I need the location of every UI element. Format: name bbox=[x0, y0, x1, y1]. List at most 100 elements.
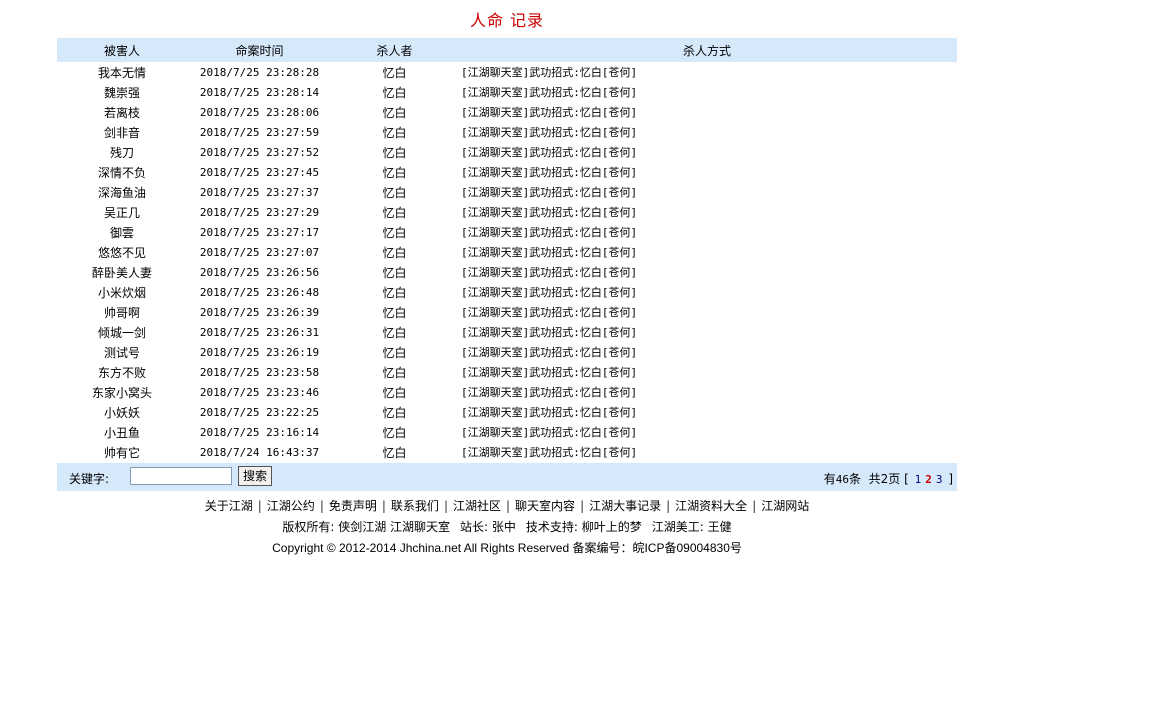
cell-victim: 吴正几 bbox=[103, 205, 140, 220]
footer-link[interactable]: 江湖资料大全 bbox=[672, 499, 750, 513]
cell-method: [江湖聊天室]武功招式:忆白[苍何] bbox=[461, 186, 638, 199]
page-link-3[interactable]: 3 bbox=[934, 473, 945, 486]
cell-method: [江湖聊天室]武功招式:忆白[苍何] bbox=[461, 66, 638, 79]
cell-method: [江湖聊天室]武功招式:忆白[苍何] bbox=[461, 366, 638, 379]
cell-time: 2018/7/24 16:43:37 bbox=[199, 445, 320, 459]
footer-separator: | bbox=[666, 499, 671, 513]
footer-link[interactable]: 聊天室内容 bbox=[512, 499, 578, 513]
cell-killer: 忆白 bbox=[382, 365, 407, 380]
table-row: 我本无情 2018/7/25 23:28:28 忆白 [江湖聊天室]武功招式:忆白[苍… bbox=[57, 62, 957, 82]
table-row: 倾城一剑 2018/7/25 23:26:31 忆白 [江湖聊天室]武功招式:忆白[苍… bbox=[57, 322, 957, 342]
footer-link[interactable]: 江湖社区 bbox=[450, 499, 504, 513]
cell-victim: 东家小窝头 bbox=[91, 385, 152, 400]
cell-time: 2018/7/25 23:28:28 bbox=[199, 65, 320, 79]
cell-victim: 醉卧美人妻 bbox=[91, 265, 152, 280]
cell-victim: 东方不败 bbox=[97, 365, 146, 380]
table-row: 若离枝 2018/7/25 23:28:06 忆白 [江湖聊天室]武功招式:忆白[苍何… bbox=[57, 102, 957, 122]
pagination: 有46条 共2页 [ 123 ] bbox=[824, 470, 953, 487]
cell-time: 2018/7/25 23:28:14 bbox=[199, 85, 320, 99]
table-row: 测试号 2018/7/25 23:26:19 忆白 [江湖聊天室]武功招式:忆白[苍何… bbox=[57, 342, 957, 362]
page-link-2[interactable]: 2 bbox=[923, 473, 934, 486]
cell-killer: 忆白 bbox=[382, 245, 407, 260]
footer-link[interactable]: 关于江湖 bbox=[202, 499, 256, 513]
cell-victim: 若离枝 bbox=[103, 105, 140, 120]
cell-victim: 测试号 bbox=[103, 345, 140, 360]
table-row: 东家小窝头 2018/7/25 23:23:46 忆白 [江湖聊天室]武功招式:忆白[… bbox=[57, 382, 957, 402]
cell-time: 2018/7/25 23:27:59 bbox=[199, 125, 320, 139]
cell-killer: 忆白 bbox=[382, 105, 407, 120]
page-title: 人命 记录 bbox=[469, 11, 545, 30]
cell-killer: 忆白 bbox=[382, 165, 407, 180]
pager-close-bracket: ] bbox=[948, 472, 953, 486]
cell-time: 2018/7/25 23:28:06 bbox=[199, 105, 320, 119]
cell-time: 2018/7/25 23:26:19 bbox=[199, 345, 320, 359]
cell-time: 2018/7/25 23:23:58 bbox=[199, 365, 320, 379]
search-button[interactable]: 搜索 bbox=[238, 466, 273, 486]
footer-credit: 技术支持: 柳叶上的梦 bbox=[525, 520, 642, 534]
pager-total: 46 bbox=[835, 473, 849, 486]
cell-method: [江湖聊天室]武功招式:忆白[苍何] bbox=[461, 146, 638, 159]
cell-killer: 忆白 bbox=[382, 325, 407, 340]
table-row: 小妖妖 2018/7/25 23:22:25 忆白 [江湖聊天室]武功招式:忆白[苍何… bbox=[57, 402, 957, 422]
table-row: 深情不负 2018/7/25 23:27:45 忆白 [江湖聊天室]武功招式:忆白[苍… bbox=[57, 162, 957, 182]
page-container: 人命 记录 被害人 命案时间 杀人者 杀人方式 我本无情 2018/7/25 23… bbox=[57, 0, 957, 558]
cell-time: 2018/7/25 23:27:45 bbox=[199, 165, 320, 179]
pager-pages-label: 共2页 bbox=[868, 472, 901, 486]
cell-victim: 魏崇强 bbox=[103, 85, 140, 100]
footer-link[interactable]: 联系我们 bbox=[388, 499, 442, 513]
cell-killer: 忆白 bbox=[382, 85, 407, 100]
footer-link[interactable]: 江湖网站 bbox=[758, 499, 812, 513]
cell-victim: 深情不负 bbox=[97, 165, 146, 180]
cell-method: [江湖聊天室]武功招式:忆白[苍何] bbox=[461, 206, 638, 219]
cell-time: 2018/7/25 23:22:25 bbox=[199, 405, 320, 419]
cell-victim: 小丑鱼 bbox=[103, 425, 140, 440]
cell-method: [江湖聊天室]武功招式:忆白[苍何] bbox=[461, 286, 638, 299]
cell-killer: 忆白 bbox=[382, 345, 407, 360]
cell-killer: 忆白 bbox=[382, 145, 407, 160]
table-row: 残刀 2018/7/25 23:27:52 忆白 [江湖聊天室]武功招式:忆白[苍何] bbox=[57, 142, 957, 162]
cell-time: 2018/7/25 23:27:07 bbox=[199, 245, 320, 259]
pager-prefix: 有 bbox=[823, 472, 836, 486]
cell-time: 2018/7/25 23:27:37 bbox=[199, 185, 320, 199]
footer-link[interactable]: 江湖大事记录 bbox=[586, 499, 664, 513]
column-header-time: 命案时间 bbox=[187, 38, 332, 62]
cell-killer: 忆白 bbox=[382, 185, 407, 200]
cell-method: [江湖聊天室]武功招式:忆白[苍何] bbox=[461, 126, 638, 139]
cell-victim: 御雲 bbox=[109, 225, 134, 240]
table-row: 剑非音 2018/7/25 23:27:59 忆白 [江湖聊天室]武功招式:忆白[苍何… bbox=[57, 122, 957, 142]
footer-separator: | bbox=[381, 499, 386, 513]
cell-method: [江湖聊天室]武功招式:忆白[苍何] bbox=[461, 426, 638, 439]
cell-method: [江湖聊天室]武功招式:忆白[苍何] bbox=[461, 266, 638, 279]
footer-separator: | bbox=[443, 499, 448, 513]
cell-method: [江湖聊天室]武功招式:忆白[苍何] bbox=[461, 326, 638, 339]
footer-credits: 版权所有: 侠剑江湖 江湖聊天室 站长: 张中 技术支持: 柳叶上的梦 江湖美工: 王… bbox=[57, 516, 957, 538]
cell-victim: 深海鱼油 bbox=[97, 185, 146, 200]
table-body: 我本无情 2018/7/25 23:28:28 忆白 [江湖聊天室]武功招式:忆白[苍… bbox=[57, 62, 957, 462]
cell-killer: 忆白 bbox=[382, 425, 407, 440]
page-link-1[interactable]: 1 bbox=[913, 473, 924, 486]
cell-method: [江湖聊天室]武功招式:忆白[苍何] bbox=[461, 406, 638, 419]
table-row: 小丑鱼 2018/7/25 23:16:14 忆白 [江湖聊天室]武功招式:忆白[苍何… bbox=[57, 422, 957, 442]
table-row: 吴正几 2018/7/25 23:27:29 忆白 [江湖聊天室]武功招式:忆白[苍何… bbox=[57, 202, 957, 222]
cell-method: [江湖聊天室]武功招式:忆白[苍何] bbox=[461, 446, 638, 459]
cell-time: 2018/7/25 23:23:46 bbox=[199, 385, 320, 399]
cell-time: 2018/7/25 23:26:31 bbox=[199, 325, 320, 339]
cell-killer: 忆白 bbox=[382, 125, 407, 140]
cell-killer: 忆白 bbox=[382, 445, 407, 460]
cell-victim: 小米炊烟 bbox=[97, 285, 146, 300]
footer-separator: | bbox=[257, 499, 262, 513]
keyword-input[interactable] bbox=[130, 467, 232, 485]
table-row: 魏崇强 2018/7/25 23:28:14 忆白 [江湖聊天室]武功招式:忆白[苍何… bbox=[57, 82, 957, 102]
cell-method: [江湖聊天室]武功招式:忆白[苍何] bbox=[461, 86, 638, 99]
table-row: 小米炊烟 2018/7/25 23:26:48 忆白 [江湖聊天室]武功招式:忆白[苍… bbox=[57, 282, 957, 302]
table-row: 悠悠不见 2018/7/25 23:27:07 忆白 [江湖聊天室]武功招式:忆白[苍… bbox=[57, 242, 957, 262]
cell-method: [江湖聊天室]武功招式:忆白[苍何] bbox=[461, 386, 638, 399]
table-header-row: 被害人 命案时间 杀人者 杀人方式 bbox=[57, 38, 957, 62]
pager-open-bracket: [ bbox=[904, 472, 909, 486]
footer-link[interactable]: 江湖公约 bbox=[264, 499, 318, 513]
page-links: 123 bbox=[913, 472, 945, 486]
footer-link[interactable]: 免责声明 bbox=[326, 499, 380, 513]
cell-time: 2018/7/25 23:27:29 bbox=[199, 205, 320, 219]
cell-victim: 我本无情 bbox=[97, 65, 146, 80]
cell-killer: 忆白 bbox=[382, 385, 407, 400]
